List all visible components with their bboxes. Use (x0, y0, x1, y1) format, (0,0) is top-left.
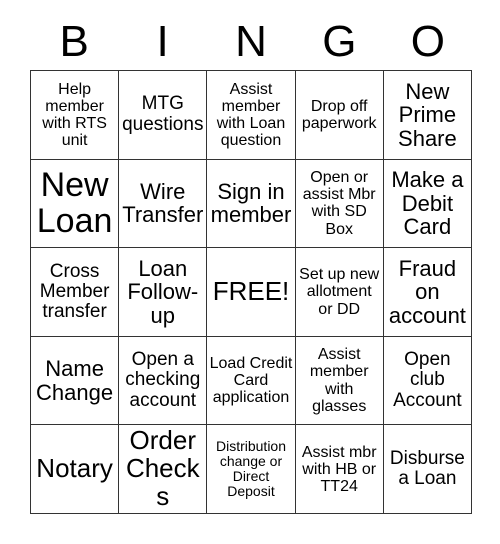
bingo-cell-label: Order Checks (125, 425, 200, 512)
bingo-cell[interactable]: Order Checks (119, 425, 208, 514)
bingo-cell[interactable]: Assist member with glasses (295, 336, 384, 426)
bingo-cell-label: Load Credit Card application (209, 354, 293, 407)
header-letter-o: O (410, 17, 445, 66)
bingo-cell[interactable]: Load Credit Card application (207, 336, 296, 426)
bingo-cell-label: Open club Account (393, 349, 462, 411)
bingo-cell-label: Make a Debit Card (391, 167, 464, 240)
bingo-cell-label: Notary (36, 453, 113, 484)
bingo-cell-label: Disburse a Loan (389, 447, 465, 490)
bingo-cell-label: FREE! (212, 276, 290, 307)
bingo-cell-label: Fraud on account (388, 255, 466, 328)
bingo-cell[interactable]: New Loan (31, 159, 120, 249)
bingo-cell[interactable]: MTG questions (119, 71, 208, 160)
bingo-cell[interactable]: Open or assist Mbr with SD Box (295, 159, 384, 249)
bingo-cell-label: Assist member with Loan question (216, 80, 286, 149)
bingo-cell-free[interactable]: FREE! (207, 248, 296, 337)
bingo-cell[interactable]: Cross Member transfer (31, 248, 120, 337)
bingo-cell-label: Open or assist Mbr with SD Box (302, 169, 376, 238)
bingo-cell[interactable]: Drop off paperwork (295, 71, 384, 160)
header-letter-b: B (59, 17, 89, 66)
bingo-cell[interactable]: Wire Transfer (119, 159, 208, 249)
bingo-cell[interactable]: Sign in member (207, 159, 296, 249)
bingo-cell-label: Help member with RTS unit (42, 80, 107, 149)
bingo-grid: Help member with RTS unit MTG questions As… (30, 70, 472, 514)
bingo-cell-label: Loan Follow-up (127, 255, 199, 328)
bingo-card: B I N G O Help member with RTS unit MTG q… (0, 0, 500, 544)
bingo-cell-label: Set up new allotment or DD (299, 266, 380, 318)
bingo-cell-label: Name Change (36, 356, 114, 405)
bingo-cell[interactable]: Assist mbr with HB or TT24 (295, 425, 384, 514)
bingo-cell[interactable]: Open a checking account (119, 336, 208, 426)
bingo-cell-label: Open a checking account (125, 349, 201, 411)
bingo-cell-label: Assist member with glasses (309, 346, 369, 415)
header-letter-i: I (156, 17, 169, 66)
bingo-cell-label: Wire Transfer (122, 178, 204, 228)
bingo-cell[interactable]: Fraud on account (383, 248, 472, 337)
bingo-cell-label: New Prime Share (398, 78, 457, 151)
bingo-cell-label: Assist mbr with HB or TT24 (301, 443, 377, 495)
bingo-cell-label: New Loan (36, 166, 113, 241)
bingo-cell[interactable]: Loan Follow-up (119, 248, 208, 337)
bingo-cell[interactable]: Name Change (31, 336, 120, 426)
bingo-cell[interactable]: New Prime Share (383, 71, 472, 160)
bingo-cell[interactable]: Notary (31, 425, 120, 514)
bingo-cell[interactable]: Help member with RTS unit (31, 71, 120, 160)
bingo-cell[interactable]: Make a Debit Card (383, 159, 472, 249)
bingo-cell-label: MTG questions (122, 93, 204, 135)
bingo-cell[interactable]: Distribution change or Direct Deposit (207, 425, 296, 514)
bingo-cell-label: Drop off paperwork (301, 97, 377, 132)
bingo-cell[interactable]: Disburse a Loan (383, 425, 472, 514)
bingo-cell[interactable]: Open club Account (383, 336, 472, 426)
header-letter-g: G (322, 17, 357, 66)
bingo-cell[interactable]: Assist member with Loan question (207, 71, 296, 160)
bingo-cell-label: Cross Member transfer (39, 260, 110, 323)
bingo-cell-label: Distribution change or Direct Deposit (215, 438, 286, 500)
bingo-cell-label: Sign in member (210, 178, 292, 228)
bingo-header: B I N G O (30, 14, 472, 70)
header-letter-n: N (235, 17, 267, 66)
bingo-cell[interactable]: Set up new allotment or DD (295, 248, 384, 337)
